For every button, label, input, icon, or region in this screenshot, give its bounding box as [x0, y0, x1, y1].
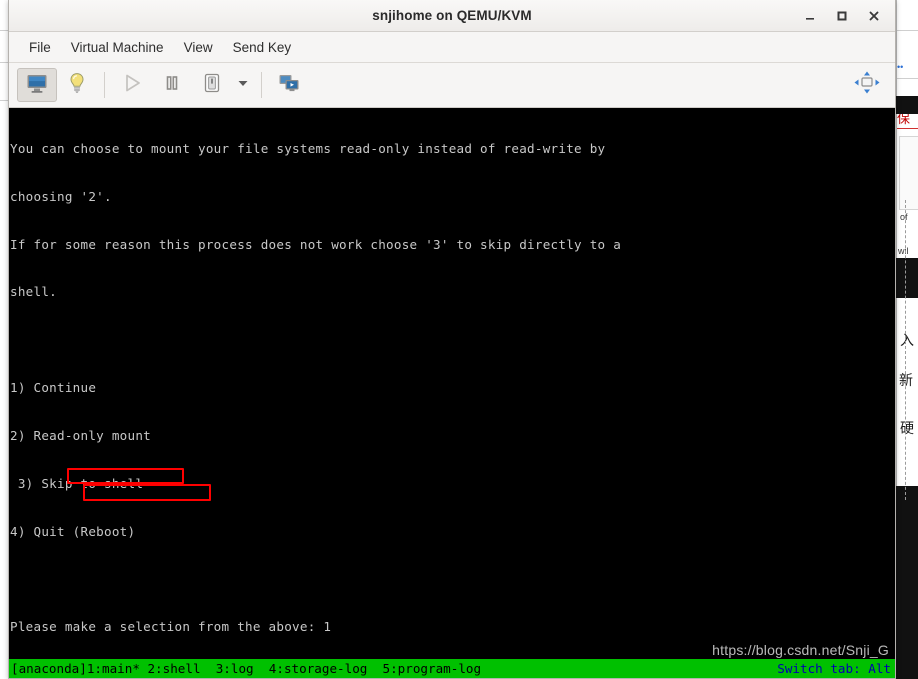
toolbar-separator-1	[104, 72, 105, 98]
background-window-cjk-3: 硬	[900, 420, 914, 436]
run-vm-button[interactable]	[112, 68, 152, 102]
terminal-line: You can choose to mount your file system…	[10, 140, 606, 156]
close-button[interactable]	[859, 3, 889, 29]
screens-icon	[277, 71, 301, 100]
terminal-line: choosing '2'.	[10, 188, 112, 204]
menu-file[interactable]: File	[21, 36, 59, 59]
pause-vm-button[interactable]	[152, 68, 192, 102]
show-console-button[interactable]	[17, 68, 57, 102]
vm-console-display[interactable]: You can choose to mount your file system…	[9, 108, 895, 678]
menu-send-key[interactable]: Send Key	[225, 36, 300, 59]
monitor-icon	[25, 71, 49, 100]
terminal-line: 2) Read-only mount	[10, 427, 152, 443]
terminal-line: 1) Continue	[10, 380, 97, 396]
terminal-line: 3) Skip to shell	[10, 475, 144, 491]
menubar: File Virtual Machine View Send Key	[9, 32, 895, 63]
power-icon	[200, 71, 224, 100]
menu-virtual-machine[interactable]: Virtual Machine	[63, 36, 172, 59]
virt-manager-window: snjihome on QEMU/KVM File Virtual Machin…	[8, 0, 896, 679]
menu-view[interactable]: View	[176, 36, 221, 59]
terminal-line: 4) Quit (Reboot)	[10, 523, 136, 539]
shutdown-vm-button[interactable]	[192, 68, 232, 102]
window-title: snjihome on QEMU/KVM	[372, 8, 532, 23]
status-bar-tabs[interactable]: [anaconda]1:main* 2:shell 3:log 4:storag…	[11, 659, 481, 678]
terminal-line: Please make a selection from the above: …	[10, 619, 332, 635]
background-window-cjk-2: 新	[899, 372, 913, 388]
background-window-text-wil: wil	[898, 246, 909, 256]
maximize-button[interactable]	[827, 3, 857, 29]
lightbulb-icon	[65, 71, 89, 100]
fullscreen-button[interactable]	[847, 68, 887, 102]
toolbar	[9, 63, 895, 108]
background-window-cjk-1: 入	[900, 332, 914, 348]
status-bar-hint: Switch tab: Alt	[777, 661, 891, 676]
minimize-button[interactable]	[795, 3, 825, 29]
snapshots-button[interactable]	[269, 68, 309, 102]
window-titlebar: snjihome on QEMU/KVM	[9, 0, 895, 32]
chevron-down-icon	[237, 76, 249, 94]
toolbar-separator-2	[261, 72, 262, 98]
pause-icon	[160, 71, 184, 100]
play-icon	[120, 71, 144, 100]
terminal-line: shell.	[10, 284, 58, 300]
show-details-button[interactable]	[57, 68, 97, 102]
window-controls	[795, 0, 889, 31]
shutdown-options-dropdown[interactable]	[232, 68, 254, 102]
terminal-output[interactable]: You can choose to mount your file system…	[9, 108, 895, 678]
background-window-text-of: of	[900, 212, 908, 222]
background-window-left-edge[interactable]	[0, 0, 8, 679]
anaconda-status-bar: [anaconda]1:main* 2:shell 3:log 4:storag…	[9, 659, 895, 678]
terminal-line: If for some reason this process does not…	[10, 236, 622, 252]
resize-arrows-icon	[853, 70, 881, 101]
